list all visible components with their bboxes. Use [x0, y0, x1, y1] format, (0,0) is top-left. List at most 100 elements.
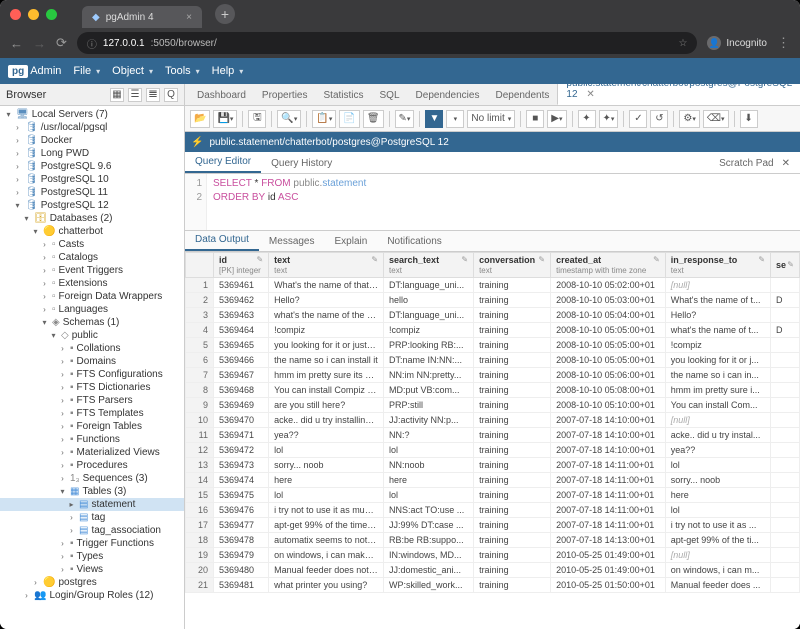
- explain-button[interactable]: ✦: [578, 110, 596, 128]
- menu-help[interactable]: Help: [212, 65, 244, 77]
- properties-icon[interactable]: ☰: [128, 88, 142, 102]
- incognito-badge[interactable]: 👤 Incognito: [707, 36, 767, 50]
- edit-column-icon[interactable]: ✎: [787, 260, 794, 269]
- search-icon[interactable]: Q: [164, 88, 178, 102]
- stop-button[interactable]: ■: [526, 110, 544, 128]
- column-header[interactable]: se✎: [771, 253, 800, 278]
- table-row[interactable]: 125369472lolloltraining2007-07-18 14:10:…: [186, 443, 800, 458]
- delete-button[interactable]: 🗑: [363, 110, 384, 128]
- tree-item[interactable]: ›▫Foreign Data Wrappers: [0, 290, 184, 303]
- tab-sql[interactable]: SQL: [372, 86, 408, 105]
- edit-button[interactable]: ✎▾: [395, 110, 415, 128]
- tree-item[interactable]: ›🛢Docker: [0, 134, 184, 147]
- tab-dependents[interactable]: Dependents: [487, 86, 557, 105]
- grid-view-icon[interactable]: ▦: [110, 88, 124, 102]
- tree-item[interactable]: ›▪FTS Dictionaries: [0, 381, 184, 394]
- table-row[interactable]: 15369461What's the name of that package …: [186, 278, 800, 293]
- tab-messages[interactable]: Messages: [259, 232, 325, 251]
- edit-column-icon[interactable]: ✎: [371, 255, 378, 264]
- table-row[interactable]: 75369467hmm im pretty sure its under add…: [186, 368, 800, 383]
- table-row[interactable]: 105369470acke.. did u try installing fla…: [186, 413, 800, 428]
- tree-item[interactable]: ▾◇public: [0, 329, 184, 342]
- column-header[interactable]: search_text✎text: [384, 253, 474, 278]
- browser-tab[interactable]: ◆ pgAdmin 4 ×: [82, 6, 202, 28]
- copy-button[interactable]: 📋▾: [312, 110, 336, 128]
- save-file-button[interactable]: 💾▾: [213, 110, 237, 128]
- tree-item[interactable]: ›🛢PostgreSQL 9.6: [0, 160, 184, 173]
- minimize-window-icon[interactable]: [28, 9, 39, 20]
- tree-item[interactable]: ›▪Types: [0, 550, 184, 563]
- tree-item[interactable]: ›▫Languages: [0, 303, 184, 316]
- tree-item[interactable]: ›▪Collations: [0, 342, 184, 355]
- tree-item[interactable]: ›🛢PostgreSQL 11: [0, 186, 184, 199]
- browser-menu-icon[interactable]: ⋮: [777, 35, 790, 51]
- tab-query-tool[interactable]: ⚡ public.statement/chatterbot/postgres@P…: [557, 84, 800, 105]
- tree-item[interactable]: ›🛢Long PWD: [0, 147, 184, 160]
- tree-item[interactable]: ›▪Foreign Tables: [0, 420, 184, 433]
- tree-item[interactable]: ›▫Extensions: [0, 277, 184, 290]
- menu-tools[interactable]: Tools: [165, 65, 200, 77]
- tree-item[interactable]: ›▪FTS Templates: [0, 407, 184, 420]
- sql-icon[interactable]: 𝌆: [146, 88, 160, 102]
- column-header[interactable]: in_response_to✎text: [665, 253, 770, 278]
- menu-object[interactable]: Object: [112, 65, 153, 77]
- tree-item[interactable]: ▾▦Tables (3): [0, 485, 184, 498]
- limit-select[interactable]: No limit▾: [467, 110, 515, 128]
- tree-item[interactable]: ›▪Domains: [0, 355, 184, 368]
- table-row[interactable]: 195369479on windows, i can make my print…: [186, 548, 800, 563]
- clear-button[interactable]: ⌫▾: [703, 110, 729, 128]
- table-row[interactable]: 175369477apt-get 99% of the time works t…: [186, 518, 800, 533]
- tree-item[interactable]: ›▫Catalogs: [0, 251, 184, 264]
- table-row[interactable]: 185369478automatix seems to not support …: [186, 533, 800, 548]
- tab-data-output[interactable]: Data Output: [185, 230, 259, 251]
- data-grid[interactable]: id✎[PK] integertext✎textsearch_text✎text…: [185, 252, 800, 629]
- tree-item[interactable]: ›👥Login/Group Roles (12): [0, 589, 184, 602]
- table-row[interactable]: 65369466the name so i can install itDT:n…: [186, 353, 800, 368]
- table-row[interactable]: 215369481what printer you using?WP:skill…: [186, 578, 800, 593]
- site-info-icon[interactable]: ⓘ: [87, 36, 97, 51]
- column-header[interactable]: created_at✎timestamp with time zone: [551, 253, 666, 278]
- close-query-tab-icon[interactable]: ✕: [586, 89, 594, 100]
- tree-item[interactable]: ▾🛢PostgreSQL 12: [0, 199, 184, 212]
- tab-dependencies[interactable]: Dependencies: [408, 86, 488, 105]
- table-row[interactable]: 135369473sorry... noobNN:noobtraining200…: [186, 458, 800, 473]
- execute-button[interactable]: ▶▾: [547, 110, 566, 128]
- forward-icon[interactable]: →: [33, 36, 46, 51]
- edit-column-icon[interactable]: ✎: [653, 255, 660, 264]
- tree-item[interactable]: ›1₃Sequences (3): [0, 472, 184, 485]
- table-row[interactable]: 35369463what's the name of the compiz ma…: [186, 308, 800, 323]
- edit-column-icon[interactable]: ✎: [758, 255, 765, 264]
- table-row[interactable]: 115369471yea??NN:?training2007-07-18 14:…: [186, 428, 800, 443]
- tree-item[interactable]: ›▪FTS Parsers: [0, 394, 184, 407]
- url-bar[interactable]: ⓘ 127.0.0.1:5050/browser/ ☆: [77, 32, 698, 54]
- explain-analyze-button[interactable]: ✦▾: [599, 110, 619, 128]
- tree-item[interactable]: ›▫Event Triggers: [0, 264, 184, 277]
- close-tab-icon[interactable]: ×: [186, 12, 192, 23]
- find-button[interactable]: 🔍▾: [277, 110, 301, 128]
- tab-dashboard[interactable]: Dashboard: [189, 86, 254, 105]
- object-tree[interactable]: ▾🖥Local Servers (7)›🛢/usr/local/pgsql›🛢D…: [0, 106, 184, 629]
- tree-item[interactable]: ›▪Views: [0, 563, 184, 576]
- bookmark-icon[interactable]: ☆: [678, 38, 687, 49]
- column-header[interactable]: conversation✎text: [474, 253, 551, 278]
- tree-item[interactable]: ›▪Trigger Functions: [0, 537, 184, 550]
- tab-statistics[interactable]: Statistics: [316, 86, 372, 105]
- tab-explain[interactable]: Explain: [325, 232, 378, 251]
- save-data-button[interactable]: 🖫: [248, 110, 266, 128]
- tree-item[interactable]: ›▪Functions: [0, 433, 184, 446]
- table-row[interactable]: 45369464!compiz!compiztraining2008-10-10…: [186, 323, 800, 338]
- tree-item[interactable]: ›🟡postgres: [0, 576, 184, 589]
- open-file-button[interactable]: 📂: [190, 110, 210, 128]
- close-scratch-icon[interactable]: ✕: [782, 158, 790, 169]
- tab-query-editor[interactable]: Query Editor: [185, 152, 261, 173]
- tree-item[interactable]: ▾◈Schemas (1): [0, 316, 184, 329]
- tree-item[interactable]: ›🛢/usr/local/pgsql: [0, 121, 184, 134]
- table-row[interactable]: 155369475lolloltraining2007-07-18 14:11:…: [186, 488, 800, 503]
- tree-item[interactable]: ›▪Materialized Views: [0, 446, 184, 459]
- column-header[interactable]: text✎text: [269, 253, 384, 278]
- table-row[interactable]: 165369476i try not to use it as much as …: [186, 503, 800, 518]
- download-button[interactable]: ⬇: [740, 110, 758, 128]
- scratch-pad[interactable]: Scratch Pad✕: [709, 154, 800, 173]
- tab-properties[interactable]: Properties: [254, 86, 316, 105]
- filter-button[interactable]: ▼: [425, 110, 443, 128]
